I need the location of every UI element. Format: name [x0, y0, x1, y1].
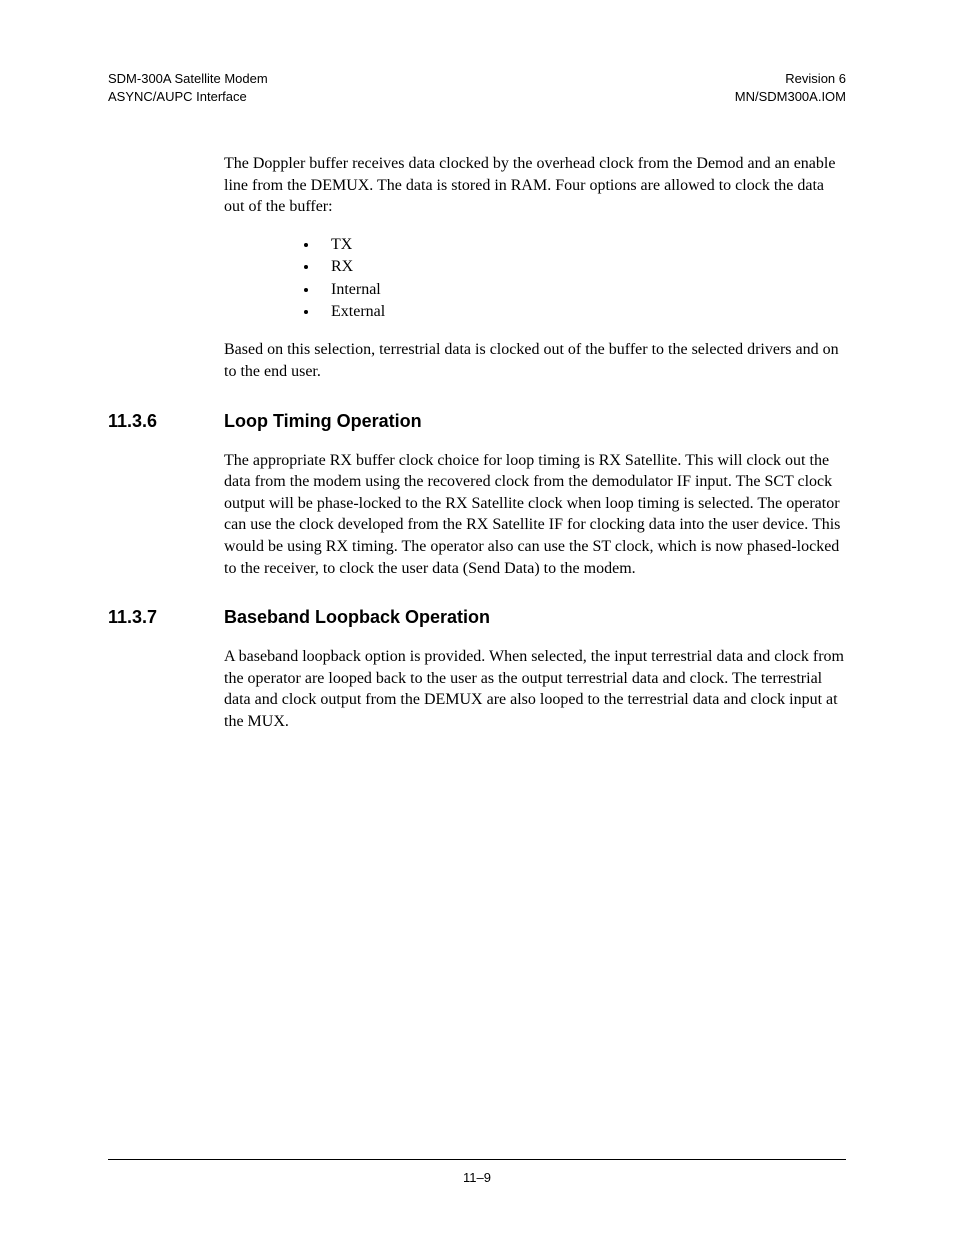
list-item: TX [319, 234, 846, 256]
section-1137-paragraph: A baseband loopback option is provided. … [224, 646, 846, 732]
header-right-line1: Revision 6 [785, 71, 846, 86]
list-item: RX [319, 256, 846, 278]
clock-options-list: TX RX Internal External [319, 234, 846, 324]
bullet-list-container: TX RX Internal External [224, 234, 846, 324]
page-header: SDM-300A Satellite Modem ASYNC/AUPC Inte… [108, 70, 846, 105]
page-number: 11–9 [108, 1170, 846, 1185]
section-heading-1137: 11.3.7 Baseband Loopback Operation [108, 607, 846, 628]
section-1136-paragraph: The appropriate RX buffer clock choice f… [224, 450, 846, 580]
header-left: SDM-300A Satellite Modem ASYNC/AUPC Inte… [108, 70, 268, 105]
page-footer: 11–9 [108, 1159, 846, 1185]
list-item: External [319, 301, 846, 323]
list-item: Internal [319, 279, 846, 301]
section-title: Loop Timing Operation [224, 411, 422, 432]
document-page: SDM-300A Satellite Modem ASYNC/AUPC Inte… [0, 0, 954, 1235]
section-number: 11.3.6 [108, 411, 224, 432]
section-number: 11.3.7 [108, 607, 224, 628]
intro-paragraph: The Doppler buffer receives data clocked… [224, 153, 846, 218]
header-left-line1: SDM-300A Satellite Modem [108, 71, 268, 86]
footer-divider [108, 1159, 846, 1160]
header-right: Revision 6 MN/SDM300A.IOM [735, 70, 846, 105]
section-heading-1136: 11.3.6 Loop Timing Operation [108, 411, 846, 432]
after-bullets-paragraph: Based on this selection, terrestrial dat… [224, 339, 846, 382]
header-left-line2: ASYNC/AUPC Interface [108, 89, 247, 104]
header-right-line2: MN/SDM300A.IOM [735, 89, 846, 104]
section-title: Baseband Loopback Operation [224, 607, 490, 628]
